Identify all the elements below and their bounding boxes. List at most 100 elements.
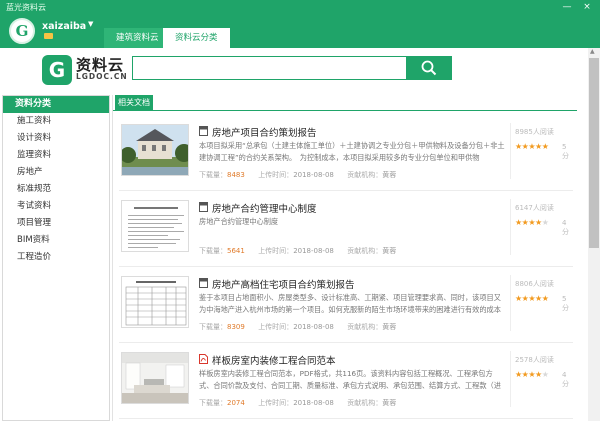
rating-stars: ★★★★★ (515, 294, 549, 303)
download-count: 2074 (227, 399, 245, 407)
search-input[interactable] (132, 56, 406, 80)
read-count: 8985人阅读 (515, 128, 554, 136)
upload-date: 2018-08-08 (293, 399, 334, 407)
document-meta: 下载量：2074 上传时间：2018-08-08 贡献机构：黄蓉 (199, 398, 396, 408)
read-count: 2578人阅读 (515, 356, 554, 364)
download-count: 5641 (227, 247, 245, 255)
downloads-label: 下载量： (199, 171, 227, 179)
upload-label: 上传时间： (258, 323, 294, 331)
document-thumbnail[interactable] (121, 276, 189, 328)
document-item[interactable]: 房地产项目合约策划报告 本项目拟采用“总承包（土建主体施工单位）＋土建协调之专业… (119, 115, 573, 191)
document-title[interactable]: 样板房室内装修工程合同范本 (212, 353, 336, 367)
contributor: 黄蓉 (382, 247, 397, 255)
sidebar-item-construction[interactable]: 施工资料 (3, 113, 109, 130)
divider (510, 123, 511, 179)
top-bar: 蓝光资料云 — × G xaizaiba ▼ 建筑资料云 资料云分类 (0, 0, 600, 48)
document-icon (199, 202, 208, 212)
scrollbar-thumb[interactable] (589, 58, 599, 248)
rating-stars: ★★★★★ (515, 218, 549, 227)
document-title[interactable]: 房地产高档住宅项目合约策划报告 (212, 277, 355, 291)
rating-score: 4 分 (562, 219, 569, 236)
divider (510, 199, 511, 255)
sidebar-title: 资料分类 (3, 96, 109, 113)
user-dropdown-icon[interactable]: ▼ (88, 20, 93, 28)
star-icon: ★★★★ (515, 218, 542, 227)
star-icon: ★★★★★ (515, 294, 549, 303)
read-count: 8806人阅读 (515, 280, 554, 288)
username[interactable]: xaizaiba (42, 21, 86, 32)
document-icon (199, 278, 208, 288)
star-empty-icon: ★ (541, 370, 549, 379)
upload-date: 2018-08-08 (293, 247, 334, 255)
upload-label: 上传时间： (258, 171, 294, 179)
vip-badge-icon (44, 33, 53, 39)
tab-building-docs[interactable]: 建筑资料云 (104, 28, 171, 48)
category-sidebar: 资料分类 施工资料 设计资料 监理资料 房地产 标准规范 考试资料 项目管理 B… (2, 95, 110, 421)
contributor: 黄蓉 (382, 171, 397, 179)
title-bar: 蓝光资料云 — × (0, 0, 600, 14)
document-thumbnail[interactable] (121, 200, 189, 252)
sidebar-item-standards[interactable]: 标准规范 (3, 181, 109, 198)
document-list-panel: 相关文档 房地产项目合约策划报告 本项目拟采用“总承包（土建主体施工单位）＋土建… (112, 95, 577, 421)
sidebar-item-design[interactable]: 设计资料 (3, 130, 109, 147)
document-description: 房地产合约管理中心制度 (199, 217, 279, 226)
logo-domain: LGDOC.CN (76, 72, 128, 81)
tab-underline (113, 110, 577, 111)
downloads-label: 下载量： (199, 399, 227, 407)
upload-date: 2018-08-08 (293, 323, 334, 331)
sidebar-item-cost[interactable]: 工程造价 (3, 249, 109, 266)
app-title: 蓝光资料云 (6, 3, 46, 12)
sidebar-item-exams[interactable]: 考试资料 (3, 198, 109, 215)
downloads-label: 下载量： (199, 323, 227, 331)
sidebar-item-supervision[interactable]: 监理资料 (3, 147, 109, 164)
downloads-label: 下载量： (199, 247, 227, 255)
rating-score: 5 分 (562, 143, 569, 160)
divider (510, 275, 511, 331)
document-item[interactable]: 房地产合约管理中心制度 房地产合约管理中心制度 下载量：5641 上传时间：20… (119, 191, 573, 267)
upload-date: 2018-08-08 (293, 171, 334, 179)
document-thumbnail[interactable] (121, 352, 189, 404)
rating-stars: ★★★★★ (515, 142, 549, 151)
rating-stars: ★★★★★ (515, 370, 549, 379)
document-title[interactable]: 房地产合约管理中心制度 (212, 201, 317, 215)
scroll-up-icon[interactable]: ▲ (590, 48, 595, 55)
tab-related-docs[interactable]: 相关文档 (115, 95, 153, 110)
document-description: 本项目拟采用“总承包（土建主体施工单位）＋土建协调之专业分包＋甲供物料及设备分包… (199, 141, 505, 162)
minimize-button[interactable]: — (560, 1, 574, 13)
rating-score: 4 分 (562, 371, 569, 388)
tab-doc-categories[interactable]: 资料云分类 (163, 28, 230, 48)
user-avatar[interactable]: G (9, 18, 35, 44)
search-icon (421, 60, 437, 76)
document-item[interactable]: 房地产高档住宅项目合约策划报告 鉴于本项目占地面积小、房屋类型多、设计标准高、工… (119, 267, 573, 343)
sidebar-item-project-mgmt[interactable]: 项目管理 (3, 215, 109, 232)
document-description: 鉴于本项目占地面积小、房屋类型多、设计标准高、工期紧、项目管理要求高、同时，该项… (199, 293, 501, 314)
sidebar-item-real-estate[interactable]: 房地产 (3, 164, 109, 181)
document-icon (199, 126, 208, 136)
document-meta: 下载量：5641 上传时间：2018-08-08 贡献机构：黄蓉 (199, 246, 396, 256)
document-item[interactable]: 样板房室内装修工程合同范本 样板房室内装修工程合同范本，PDF格式，共116页。… (119, 343, 573, 419)
contributor: 黄蓉 (382, 323, 397, 331)
contributor-label: 贡献机构： (347, 247, 383, 255)
pdf-icon (199, 354, 208, 364)
search-button[interactable] (406, 56, 452, 80)
divider (510, 351, 511, 407)
rating-score: 5 分 (562, 295, 569, 312)
document-description: 样板房室内装修工程合同范本，PDF格式，共116页。该资料内容包括工程概况、工程… (199, 369, 501, 390)
contributor: 黄蓉 (382, 399, 397, 407)
scrollbar[interactable]: ▲ (588, 48, 600, 421)
star-icon: ★★★★ (515, 370, 542, 379)
close-button[interactable]: × (580, 1, 594, 13)
download-count: 8309 (227, 323, 245, 331)
sidebar-item-bim[interactable]: BIM资料 (3, 232, 109, 249)
document-thumbnail[interactable] (121, 124, 189, 176)
download-count: 8483 (227, 171, 245, 179)
document-title[interactable]: 房地产项目合约策划报告 (212, 125, 317, 139)
read-count: 6147人阅读 (515, 204, 554, 212)
document-meta: 下载量：8483 上传时间：2018-08-08 贡献机构：黄蓉 (199, 170, 396, 180)
star-icon: ★★★★★ (515, 142, 549, 151)
contributor-label: 贡献机构： (347, 323, 383, 331)
contributor-label: 贡献机构： (347, 171, 383, 179)
star-empty-icon: ★ (541, 218, 549, 227)
upload-label: 上传时间： (258, 399, 294, 407)
logo-icon: G (42, 55, 72, 85)
